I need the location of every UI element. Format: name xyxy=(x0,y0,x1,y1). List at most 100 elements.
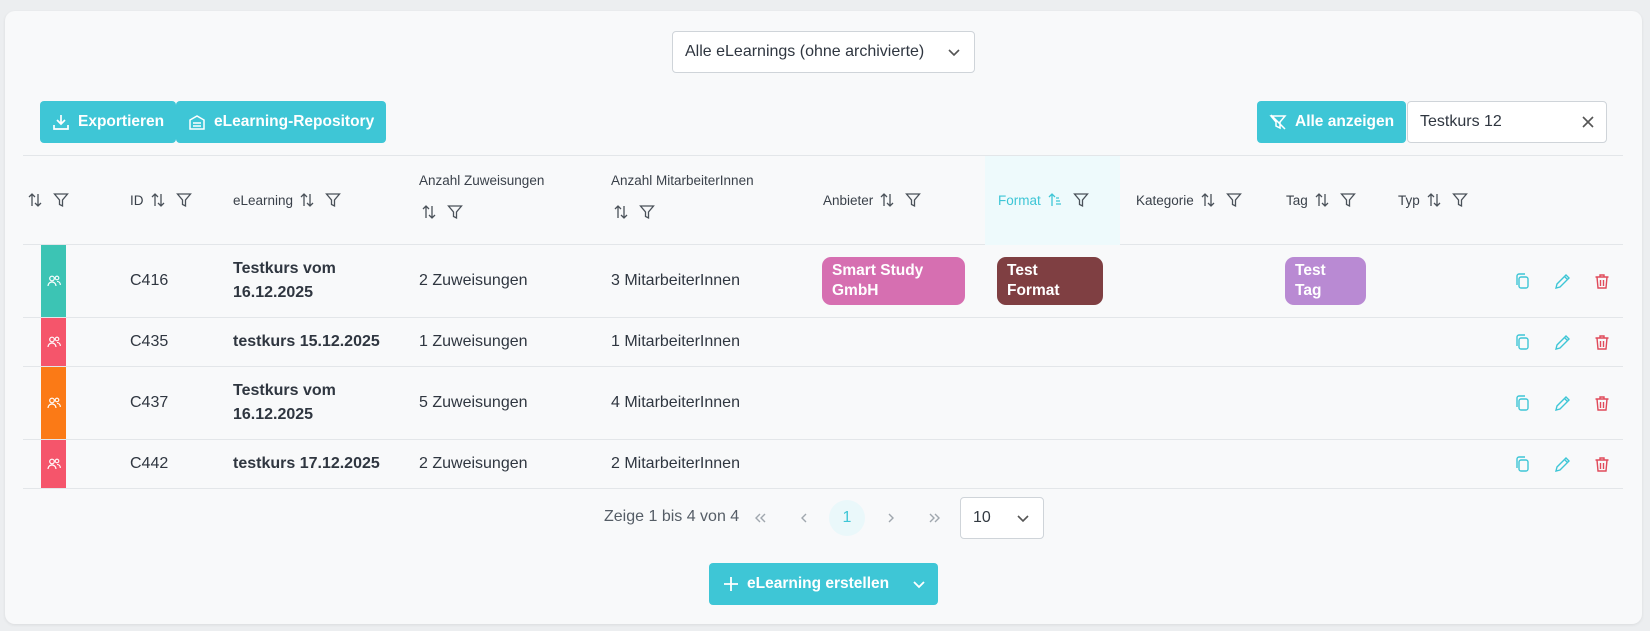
header-elearning: eLearning xyxy=(233,192,341,208)
sort-icon[interactable] xyxy=(1426,192,1442,208)
copy-icon[interactable] xyxy=(1514,273,1530,290)
cell-employees: 4 MitarbeiterInnen xyxy=(611,394,740,411)
edit-icon[interactable] xyxy=(1554,273,1571,290)
table-row[interactable]: C437 Testkurs vom 16.12.2025 5 Zuweisung… xyxy=(23,367,1623,440)
filter-icon[interactable] xyxy=(325,192,341,208)
header-status xyxy=(27,192,69,208)
create-dropdown-toggle[interactable] xyxy=(900,563,938,605)
sort-icon[interactable] xyxy=(150,192,166,208)
filter-off-icon xyxy=(1269,114,1287,130)
users-icon xyxy=(46,336,61,348)
chevrons-right-icon xyxy=(929,513,940,523)
header-provider: Anbieter xyxy=(823,192,922,208)
cell-employees: 2 MitarbeiterInnen xyxy=(611,455,740,472)
table-row[interactable]: C435 testkurs 15.12.2025 1 Zuweisungen 1… xyxy=(23,318,1623,367)
table-row[interactable]: C442 testkurs 17.12.2025 2 Zuweisungen 2… xyxy=(23,440,1623,489)
header-category-label: Kategorie xyxy=(1136,192,1194,208)
cell-assignments: 2 Zuweisungen xyxy=(419,272,528,289)
export-button-label: Exportieren xyxy=(78,113,165,130)
cell-employees: 3 MitarbeiterInnen xyxy=(611,272,740,289)
tag-badge-line: Tag xyxy=(1295,282,1322,299)
header-employees-controls xyxy=(613,204,655,220)
filter-icon[interactable] xyxy=(447,204,463,220)
filter-icon[interactable] xyxy=(639,204,655,220)
provider-badge: Smart Study GmbH xyxy=(822,257,965,305)
status-strip xyxy=(41,367,66,439)
edit-icon[interactable] xyxy=(1554,456,1571,473)
header-id: ID xyxy=(130,192,192,208)
create-elearning-split-button: eLearning erstellen xyxy=(709,563,938,605)
filter-icon[interactable] xyxy=(1451,192,1468,208)
page-size-select[interactable]: 10 xyxy=(960,497,1044,539)
create-elearning-button[interactable]: eLearning erstellen xyxy=(709,563,889,605)
sort-icon[interactable] xyxy=(879,192,895,208)
show-all-button[interactable]: Alle anzeigen xyxy=(1257,101,1407,143)
status-strip xyxy=(41,440,66,488)
edit-icon[interactable] xyxy=(1554,395,1571,412)
edit-icon[interactable] xyxy=(1554,334,1571,351)
sort-icon[interactable] xyxy=(613,204,629,220)
sort-icon[interactable] xyxy=(1314,192,1330,208)
users-icon xyxy=(46,397,61,409)
first-page-button[interactable] xyxy=(742,500,778,536)
cell-elearning[interactable]: Testkurs vom 16.12.2025 xyxy=(233,257,336,305)
filter-icon[interactable] xyxy=(1072,192,1089,208)
tag-badge-line: Test xyxy=(1295,262,1326,279)
copy-icon[interactable] xyxy=(1514,395,1530,412)
users-icon xyxy=(46,458,61,470)
chevrons-left-icon xyxy=(755,513,766,523)
sort-icon[interactable] xyxy=(27,192,43,208)
header-employees: Anzahl MitarbeiterInnen xyxy=(611,173,754,188)
sort-icon[interactable] xyxy=(299,192,315,208)
header-assignments-controls xyxy=(421,204,463,220)
next-page-button[interactable] xyxy=(873,500,909,536)
header-elearning-label: eLearning xyxy=(233,192,294,208)
elearning-filter-select[interactable]: Alle eLearnings (ohne archivierte) xyxy=(672,31,975,73)
repository-button[interactable]: eLearning-Repository xyxy=(176,101,387,143)
filter-icon[interactable] xyxy=(53,192,69,208)
page-button-current[interactable]: 1 xyxy=(829,500,865,536)
search-field[interactable] xyxy=(1407,101,1607,143)
copy-icon[interactable] xyxy=(1514,334,1530,351)
header-format-label: Format xyxy=(998,192,1041,208)
close-icon[interactable] xyxy=(1580,114,1596,135)
last-page-button[interactable] xyxy=(917,500,953,536)
header-assignments-label: Anzahl Zuweisungen xyxy=(419,173,545,188)
filter-icon[interactable] xyxy=(175,192,192,208)
search-input[interactable] xyxy=(1420,113,1570,131)
header-id-label: ID xyxy=(130,192,144,208)
export-button[interactable]: Exportieren xyxy=(40,101,177,143)
delete-icon[interactable] xyxy=(1594,273,1610,290)
format-badge-line: Test xyxy=(1007,262,1038,279)
chevron-down-icon xyxy=(1015,510,1031,531)
cell-id: C442 xyxy=(130,455,169,472)
header-tag-label: Tag xyxy=(1286,192,1308,208)
users-icon xyxy=(46,275,61,287)
header-employees-label: Anzahl MitarbeiterInnen xyxy=(611,173,754,188)
cell-elearning[interactable]: testkurs 17.12.2025 xyxy=(233,440,380,488)
warehouse-icon xyxy=(189,115,205,130)
cell-elearning[interactable]: testkurs 15.12.2025 xyxy=(233,318,380,366)
plus-icon xyxy=(724,577,738,591)
copy-icon[interactable] xyxy=(1514,456,1530,473)
sort-icon[interactable] xyxy=(421,204,437,220)
cell-elearning[interactable]: Testkurs vom 16.12.2025 xyxy=(233,379,336,427)
provider-badge-line: Smart Study xyxy=(832,262,924,279)
sort-icon[interactable] xyxy=(1200,192,1216,208)
filter-icon[interactable] xyxy=(1225,192,1242,208)
table-header: ID eLearning Anzahl Zuweisungen Anzahl M… xyxy=(23,155,1623,245)
delete-icon[interactable] xyxy=(1594,334,1610,351)
delete-icon[interactable] xyxy=(1594,395,1610,412)
table-row[interactable]: C416 Testkurs vom 16.12.2025 2 Zuweisung… xyxy=(23,245,1623,318)
tag-badge: Test Tag xyxy=(1285,257,1366,305)
repository-button-label: eLearning-Repository xyxy=(214,113,375,130)
delete-icon[interactable] xyxy=(1594,456,1610,473)
cell-employees: 1 MitarbeiterInnen xyxy=(611,333,740,350)
show-all-button-label: Alle anzeigen xyxy=(1295,113,1395,130)
header-type-label: Typ xyxy=(1398,192,1420,208)
filter-icon[interactable] xyxy=(905,192,922,208)
cell-id: C437 xyxy=(130,394,169,411)
filter-icon[interactable] xyxy=(1339,192,1356,208)
sort-ascending-icon[interactable] xyxy=(1047,192,1063,208)
prev-page-button[interactable] xyxy=(786,500,822,536)
